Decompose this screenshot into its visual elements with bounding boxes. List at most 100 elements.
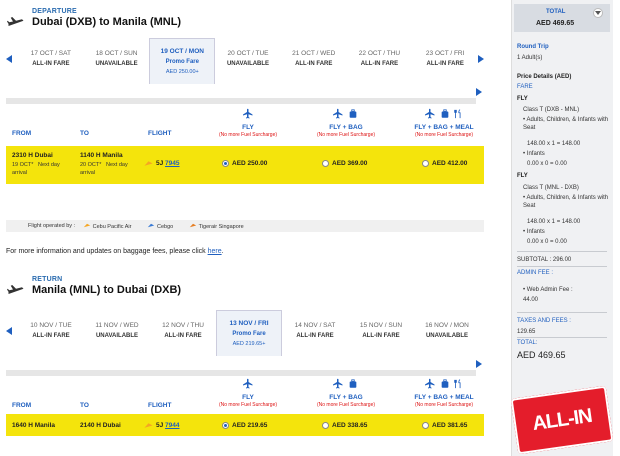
return-to-time: 2140 H Dubai [80, 422, 121, 429]
fly-1-label: FLY [517, 96, 528, 102]
departure-bag-radio[interactable] [322, 160, 329, 167]
next-dates-arrow-icon[interactable] [478, 55, 485, 63]
pax-2: • Adults, Children, & Infants with Seat [523, 195, 609, 209]
adults-count: 1 Adult(s) [517, 55, 543, 61]
return-scroll-bar[interactable] [6, 370, 476, 376]
col-to: TO [80, 130, 89, 137]
price-details-label: Price Details (AED) [517, 74, 572, 80]
return-col-flight: FLIGHT [148, 402, 172, 409]
infants-1: • Infants [523, 151, 545, 157]
departure-from-date: 19 OCT* [12, 162, 34, 168]
pax-1: • Adults, Children, & Infants with Seat [523, 117, 609, 131]
return-bag-price: AED 338.65 [332, 422, 368, 429]
departure-fly-radio[interactable] [222, 160, 229, 167]
cutlery-icon [454, 109, 461, 119]
return-date-6[interactable]: 16 NOV / MON UNAVAILABLE [414, 310, 480, 352]
web-admin-fee: • Web Admin Fee : [523, 287, 573, 293]
trip-type: Round Trip [517, 44, 549, 50]
plane-fly-icon [243, 108, 253, 119]
return-flight-number[interactable]: 5J 7944 [156, 422, 180, 429]
departure-flight-number[interactable]: 5J 7945 [156, 160, 180, 167]
baggage-info-link[interactable]: here [208, 248, 222, 255]
plane-meal-icon [425, 108, 435, 119]
infants-2: • Infants [523, 229, 545, 235]
infants-1-calc: 0.00 x 0 = 0.00 [527, 161, 567, 167]
return-header: RETURN Manila (MNL) to Dubai (DXB) [6, 276, 181, 304]
departure-bag-price: AED 369.00 [332, 160, 368, 167]
return-plane-meal-icon [425, 378, 435, 389]
col-flight: FLIGHT [148, 130, 172, 137]
departure-date-1[interactable]: 18 OCT / SUN UNAVAILABLE [84, 38, 150, 80]
return-fare-fly-note: (No more Fuel Surcharge) [218, 402, 278, 408]
taxes-label: TAXES AND FEES : [517, 318, 571, 324]
col-from: FROM [12, 130, 32, 137]
departure-scroll-bar[interactable] [6, 98, 476, 104]
return-meal-radio[interactable] [422, 422, 429, 429]
fly-2-label: FLY [517, 173, 528, 179]
return-bag-radio[interactable] [322, 422, 329, 429]
return-fare-fly-label: FLY [242, 394, 254, 401]
departure-to-arrival: arrival [80, 170, 95, 176]
return-fare-meal-note: (No more Fuel Surcharge) [414, 402, 474, 408]
return-cebu-pacific-logo-icon [144, 423, 153, 428]
total-label: TOTAL [546, 9, 566, 15]
departure-meal-price: AED 412.00 [432, 160, 468, 167]
return-plane-fly-icon [243, 378, 253, 389]
fare-bag-label: FLY + BAG [329, 124, 363, 131]
fare-label: FARE [517, 84, 533, 90]
total-2-label: TOTAL: [517, 340, 538, 346]
plane-depart-icon [7, 17, 24, 26]
return-date-3[interactable]: 13 NOV / FRI Promo Fare AED 219.65+ [216, 310, 282, 356]
prev-dates-arrow-icon[interactable] [6, 55, 12, 63]
carrier-cebgo: Cebgo [147, 223, 181, 230]
carrier-tigerair: Tigerair Singapore [189, 223, 251, 230]
return-date-0[interactable]: 10 NOV / TUE ALL-IN FARE [18, 310, 84, 352]
collapse-toggle-icon[interactable] [593, 8, 603, 18]
departure-to-time: 1140 H Manila [80, 152, 123, 159]
cebu-pacific-logo-icon [144, 161, 153, 166]
return-date-4[interactable]: 14 NOV / SAT ALL-IN FARE [282, 310, 348, 352]
departure-meal-radio[interactable] [422, 160, 429, 167]
return-fly-radio[interactable] [222, 422, 229, 429]
return-col-from: FROM [12, 402, 32, 409]
return-fare-bag-label: FLY + BAG [329, 394, 363, 401]
departure-date-5[interactable]: 22 OCT / THU ALL-IN FARE [347, 38, 413, 80]
taxes-value: 129.65 [517, 329, 536, 335]
return-date-1[interactable]: 11 NOV / WED UNAVAILABLE [84, 310, 150, 352]
return-label: RETURN [32, 276, 63, 283]
return-date-5[interactable]: 15 NOV / SUN ALL-IN FARE [348, 310, 414, 352]
calc-2: 148.00 x 1 = 148.00 [527, 219, 581, 225]
departure-date-6[interactable]: 23 OCT / FRI ALL-IN FARE [412, 38, 478, 80]
luggage-icon [349, 109, 357, 118]
departure-header: DEPARTURE Dubai (DXB) to Manila (MNL) [6, 8, 181, 36]
class-1: Class T (DXB - MNL) [523, 107, 580, 113]
departure-fly-price: AED 250.00 [232, 160, 268, 167]
fare-bag-note: (No more Fuel Surcharge) [316, 132, 376, 138]
return-date-2[interactable]: 12 NOV / THU ALL-IN FARE [150, 310, 216, 352]
departure-route: Dubai (DXB) to Manila (MNL) [32, 16, 182, 28]
departure-date-4[interactable]: 21 OCT / WED ALL-IN FARE [281, 38, 347, 80]
departure-date-2[interactable]: 19 OCT / MON Promo Fare AED 250.00+ [149, 38, 216, 84]
departure-date-3[interactable]: 20 OCT / TUE UNAVAILABLE [215, 38, 281, 80]
return-prev-dates-arrow-icon[interactable] [6, 327, 12, 335]
fare-fly-note: (No more Fuel Surcharge) [218, 132, 278, 138]
departure-from-nextday: Next day [38, 162, 60, 168]
return-date-strip: 10 NOV / TUE ALL-IN FARE 11 NOV / WED UNAV… [6, 310, 484, 356]
baggage-info: For more information and updates on bagg… [6, 248, 224, 255]
departure-date-0[interactable]: 17 OCT / SAT ALL-IN FARE [18, 38, 84, 80]
total-2-value: AED 469.65 [517, 350, 566, 360]
divider [517, 337, 607, 338]
return-meal-price: AED 381.65 [432, 422, 468, 429]
return-route: Manila (MNL) to Dubai (DXB) [32, 284, 182, 296]
admin-fee-label: ADMIN FEE : [517, 270, 554, 276]
calc-1: 148.00 x 1 = 148.00 [527, 141, 581, 147]
luggage-icon [441, 109, 449, 118]
departure-scroll-right-icon[interactable] [476, 88, 482, 96]
return-fly-price: AED 219.65 [232, 422, 268, 429]
departure-label: DEPARTURE [32, 8, 77, 15]
departure-to-nextday: Next day [106, 162, 128, 168]
departure-from-arrival: arrival [12, 170, 27, 176]
total-value: AED 469.65 [536, 20, 575, 27]
return-fare-meal-label: FLY + BAG + MEAL [414, 394, 474, 401]
return-scroll-right-icon[interactable] [476, 360, 482, 368]
